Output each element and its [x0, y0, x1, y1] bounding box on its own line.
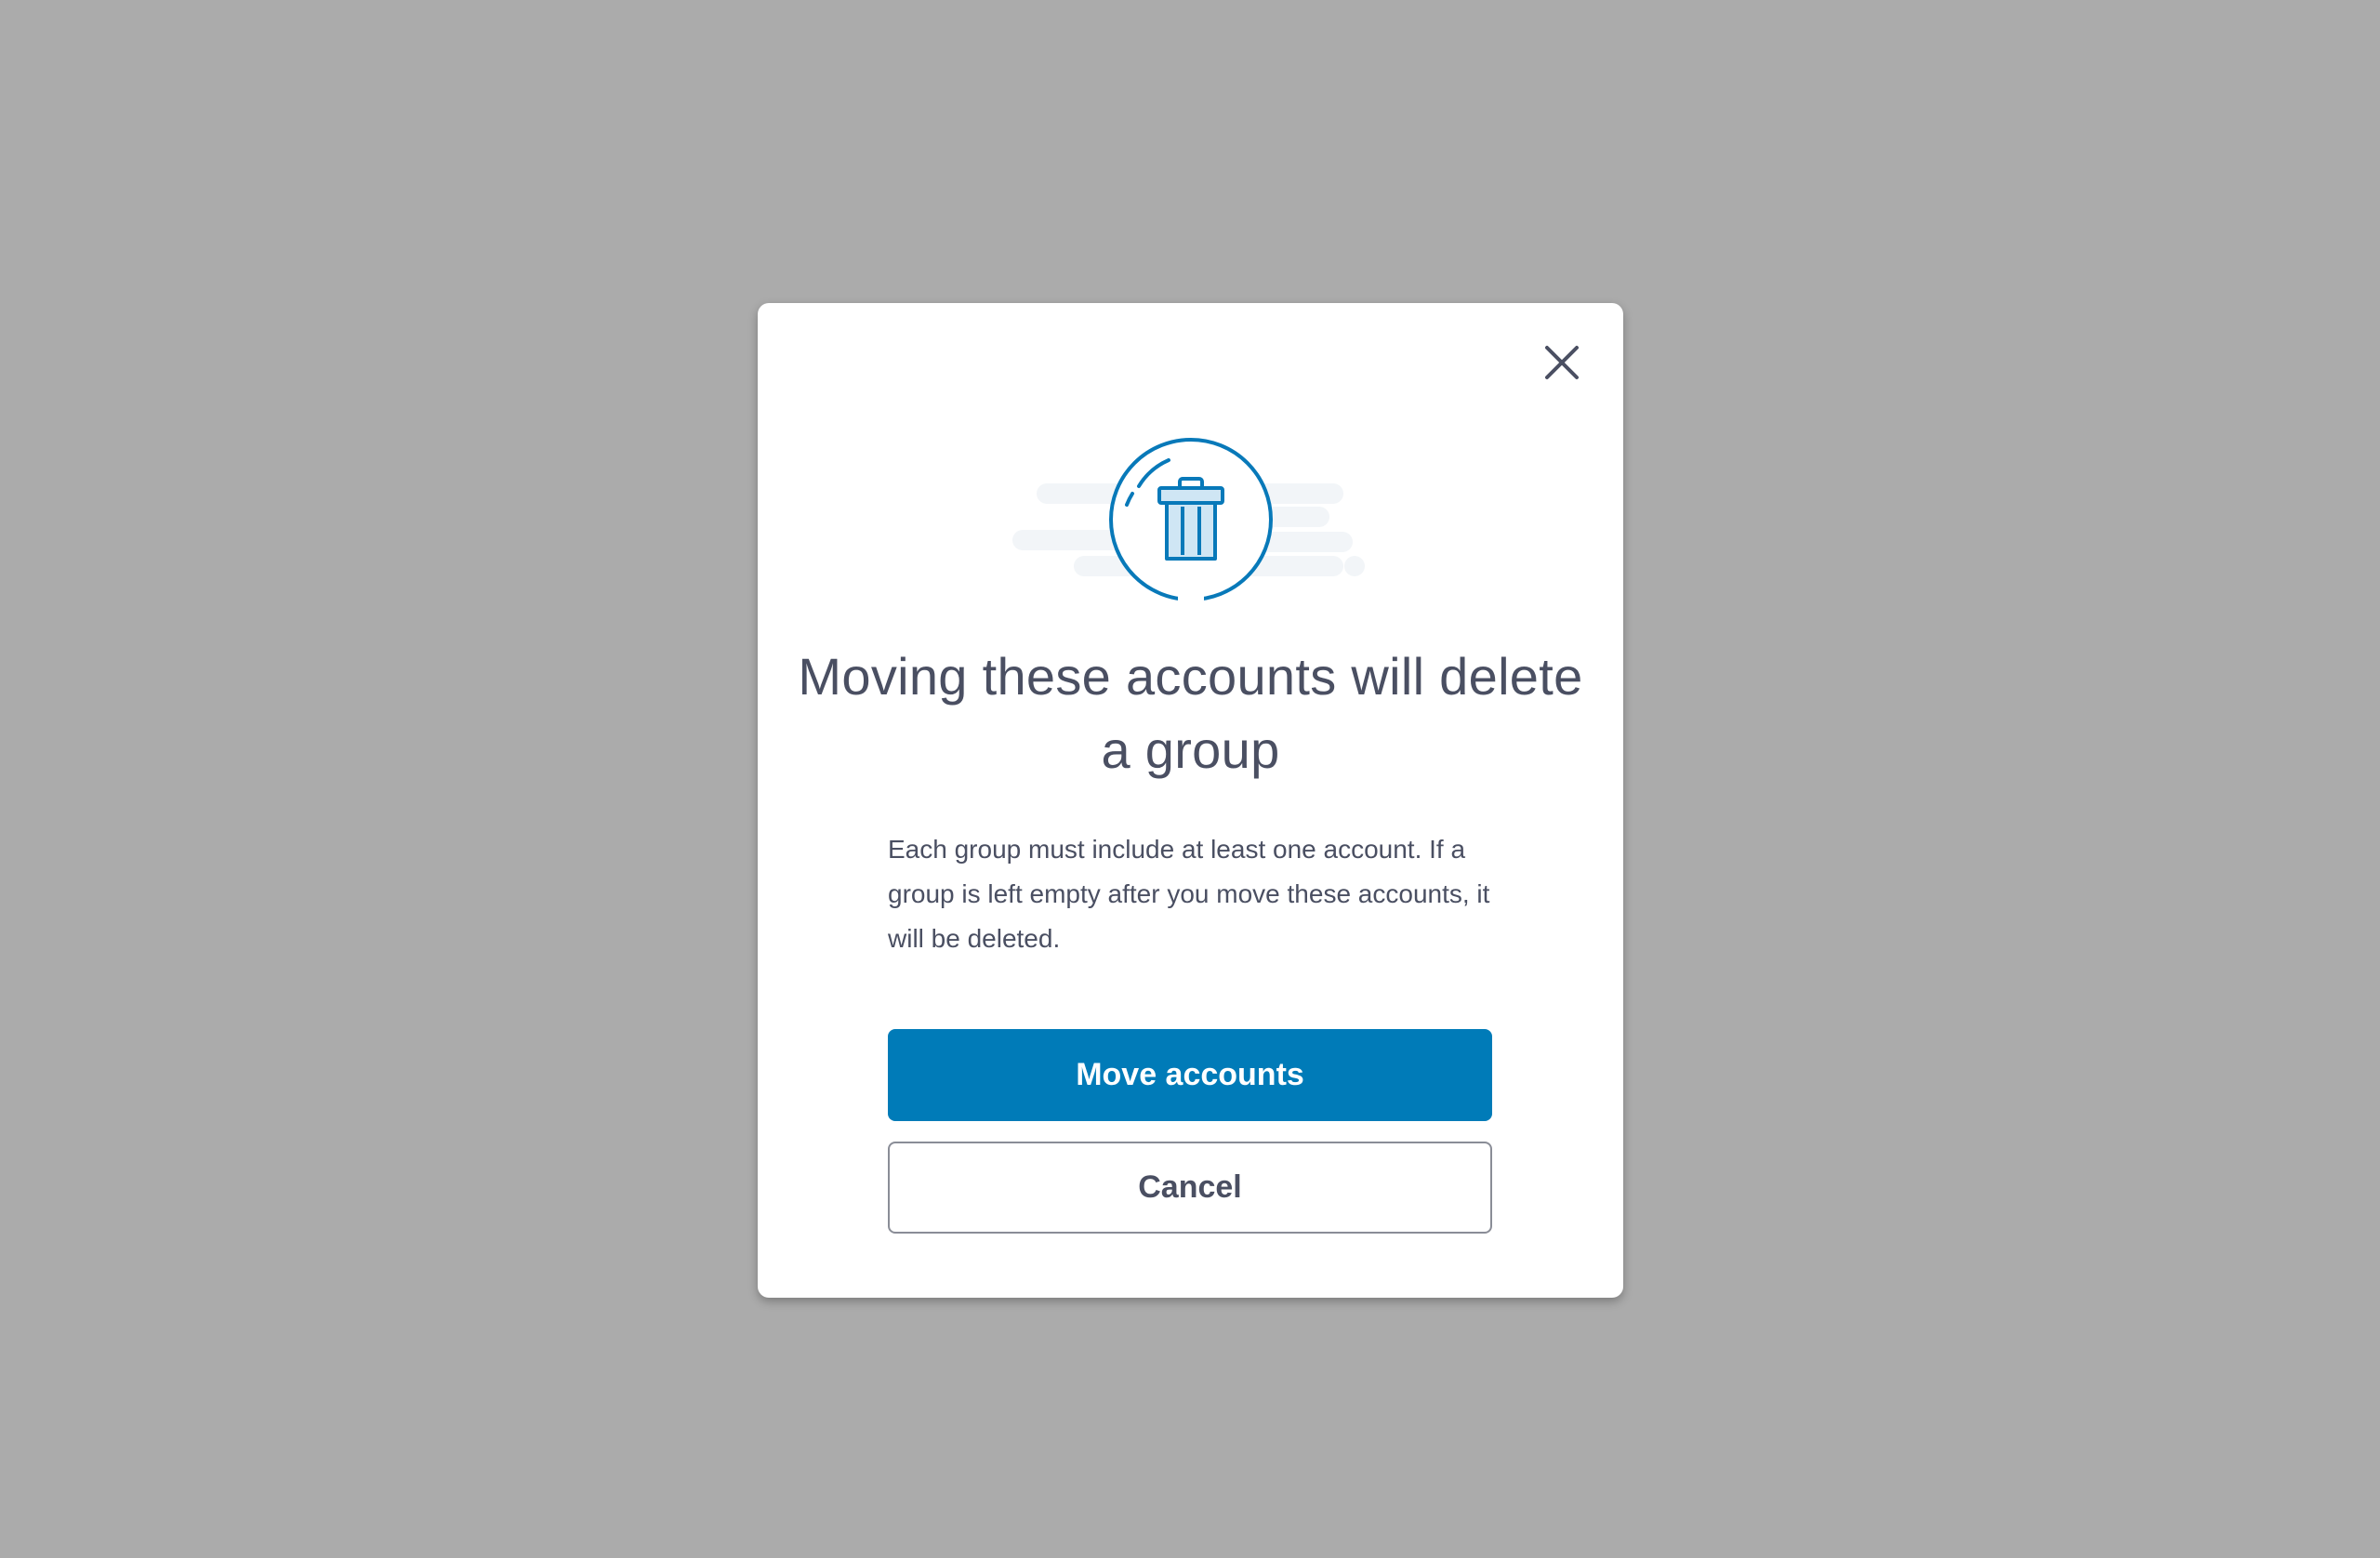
trash-illustration — [1009, 432, 1371, 609]
dialog-message: Each group must include at least one acc… — [888, 835, 1490, 953]
dialog-title: Moving these accounts will delete a grou… — [798, 647, 1583, 779]
close-icon — [1543, 344, 1580, 384]
move-accounts-button[interactable]: Move accounts — [888, 1029, 1492, 1121]
trash-can-icon — [1157, 477, 1224, 561]
close-button[interactable] — [1525, 337, 1599, 390]
cancel-button[interactable]: Cancel — [888, 1142, 1492, 1234]
